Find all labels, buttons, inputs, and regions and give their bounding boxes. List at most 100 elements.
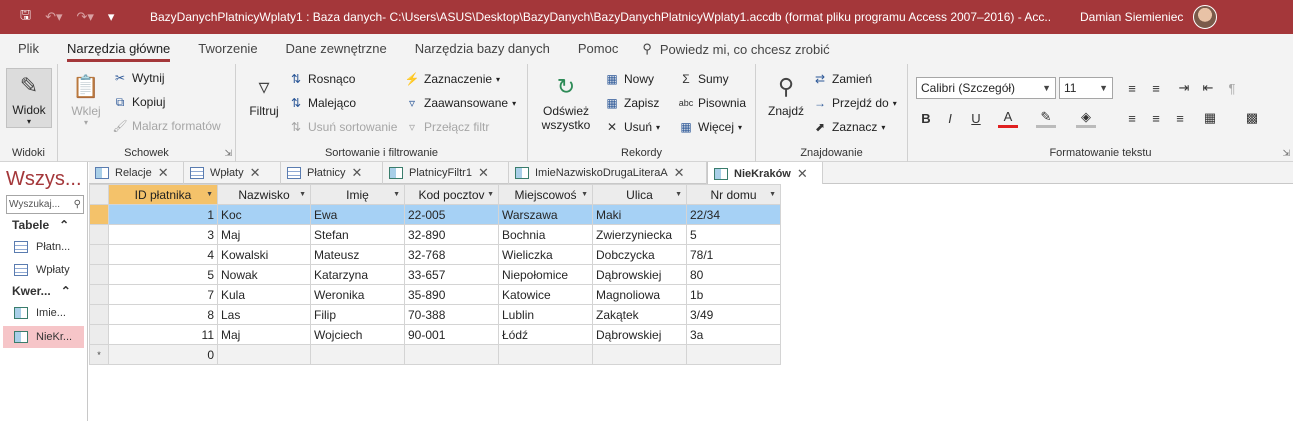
redo-icon[interactable]: ↷▾ [77,9,94,25]
font-size-select[interactable]: 11 ▼ [1059,77,1113,99]
tab-narzedzia-glowne[interactable]: Narzędzia główne [53,34,184,64]
table-cell[interactable]: 5 [686,224,781,245]
background-color-icon[interactable]: ▩ [1242,108,1262,128]
bold-button[interactable]: B [916,108,936,128]
table-cell[interactable]: Wojciech [310,324,405,345]
selection-button[interactable]: ⚡ Zaznaczenie ▾ [404,71,501,87]
tab-pomoc[interactable]: Pomoc [564,34,632,64]
refresh-all-button[interactable]: ↻ Odśwież wszystko [536,70,596,132]
undo-icon[interactable]: ↶▾ [45,9,62,25]
paragraph-icon[interactable]: ¶ [1222,78,1242,98]
table-cell[interactable]: 22/34 [686,204,781,225]
table-cell[interactable]: Zakątek [592,304,687,325]
doctab-niekrakow[interactable]: NieKraków ✕ [707,162,823,185]
table-cell[interactable]: 22-005 [404,204,499,225]
font-name-select[interactable]: Calibri (Szczegół) ▼ [916,77,1056,99]
table-cell[interactable]: Lublin [498,304,593,325]
toggle-filter-button[interactable]: ▿ Przełącz filtr [404,119,489,135]
avatar[interactable] [1193,5,1218,29]
doctab-wplaty[interactable]: Wpłaty ✕ [184,162,281,184]
replace-button[interactable]: ⇄ Zamień [812,71,872,87]
table-row[interactable]: 8 Las Filip 70-388 Lublin Zakątek 3/49 [89,304,781,325]
close-icon[interactable]: ✕ [674,165,685,181]
table-cell[interactable]: Wieliczka [498,244,593,265]
table-cell[interactable]: 78/1 [686,244,781,265]
table-cell[interactable]: 8 [108,304,218,325]
table-cell[interactable]: Ewa [310,204,405,225]
doctab-imienazwisko[interactable]: ImieNazwiskoDrugaLiteraA ✕ [509,162,707,184]
table-cell[interactable] [592,344,687,365]
table-row[interactable]: 5 Nowak Katarzyna 33-657 Niepołomice Dąbrowsk… [89,264,781,285]
close-icon[interactable]: ✕ [352,165,363,181]
font-color-icon[interactable]: A [998,108,1018,128]
table-cell[interactable]: Koc [217,204,311,225]
table-cell[interactable]: 32-890 [404,224,499,245]
indent-decrease-icon[interactable]: ⇤ [1198,78,1218,98]
align-right-icon[interactable]: ≡ [1170,108,1190,128]
filter-button[interactable]: ▿ Filtruj [244,70,284,118]
table-cell[interactable]: 3a [686,324,781,345]
delete-record-button[interactable]: ✕ Usuń ▾ [604,119,660,135]
tab-narzedzia-bazy-danych[interactable]: Narzędzia bazy danych [401,34,564,64]
fill-color-icon[interactable]: ◈ [1076,108,1096,128]
table-cell[interactable]: Katowice [498,284,593,305]
table-row[interactable]: 7 Kula Weronika 35-890 Katowice Magnoliowa 1b [89,284,781,305]
more-button[interactable]: ▦ Więcej ▾ [678,119,742,135]
new-record-button[interactable]: ▦ Nowy [604,71,654,87]
gridlines-icon[interactable]: ▦ [1200,108,1220,128]
align-left-icon[interactable]: ≡ [1122,108,1142,128]
column-header[interactable]: Ulica ▼ [592,184,687,205]
table-cell[interactable]: 5 [108,264,218,285]
nav-search-input[interactable]: Wyszukaj... ⚲ [6,195,84,214]
tell-me-box[interactable]: ⚲ Powiedz mi, co chcesz zrobić [632,41,829,57]
table-cell[interactable]: 3 [108,224,218,245]
tab-dane-zewnetrzne[interactable]: Dane zewnętrzne [272,34,401,64]
table-row[interactable]: 1 Koc Ewa 22-005 Warszawa Maki 22/34 [89,204,781,225]
table-cell[interactable]: 80 [686,264,781,285]
table-cell[interactable]: 4 [108,244,218,265]
table-cell[interactable] [217,344,311,365]
close-icon[interactable]: ✕ [797,166,808,182]
tab-plik[interactable]: Plik [0,34,53,64]
view-button[interactable]: ✎ Widok ▾ [6,68,52,128]
close-icon[interactable]: ✕ [250,165,261,181]
record-selector[interactable] [89,304,109,325]
table-cell[interactable]: Niepołomice [498,264,593,285]
tab-tworzenie[interactable]: Tworzenie [184,34,271,64]
italic-button[interactable]: I [940,108,960,128]
highlight-icon[interactable]: ✎ [1036,108,1056,128]
table-cell[interactable]: Stefan [310,224,405,245]
column-header[interactable]: Imię ▼ [310,184,405,205]
nav-item-imie[interactable]: Imie... [12,302,84,324]
table-cell[interactable] [310,344,405,365]
table-cell[interactable] [686,344,781,365]
nav-group-tables[interactable]: Tabele ⌃ [12,218,69,232]
dialog-launcher-icon[interactable]: ⇲ [1282,148,1290,159]
nav-item-platnicy[interactable]: Płatn... [12,236,84,258]
table-cell[interactable]: 7 [108,284,218,305]
table-cell[interactable]: Bochnia [498,224,593,245]
record-selector[interactable] [89,324,109,345]
table-cell[interactable]: 35-890 [404,284,499,305]
save-icon[interactable]: 🖫 [20,6,31,28]
new-record-row[interactable]: * 0 [89,344,781,365]
sort-ascending-button[interactable]: ⇅ Rosnąco [288,71,355,87]
goto-button[interactable]: → Przejdź do ▾ [812,95,897,111]
table-cell[interactable]: 0 [108,344,218,365]
table-cell[interactable]: Kowalski [217,244,311,265]
chevron-down-icon[interactable]: ▼ [675,191,682,198]
customize-icon[interactable]: ▾ [108,9,115,25]
nav-title[interactable]: Wszys... [6,168,82,191]
table-cell[interactable]: Zwierzyniecka [592,224,687,245]
table-cell[interactable]: Maj [217,224,311,245]
format-painter-button[interactable]: 🖌 Malarz formatów [112,118,220,134]
table-cell[interactable]: 1b [686,284,781,305]
doctab-platnicy[interactable]: Płatnicy ✕ [281,162,383,184]
close-icon[interactable]: ✕ [158,165,169,181]
table-cell[interactable]: Kula [217,284,311,305]
advanced-filter-button[interactable]: ▿ Zaawansowane ▾ [404,95,516,111]
table-cell[interactable]: 33-657 [404,264,499,285]
copy-button[interactable]: ⧉ Kopiuj [112,94,166,110]
table-cell[interactable]: Katarzyna [310,264,405,285]
nav-item-niekrakow[interactable]: NieKr... [3,326,84,348]
